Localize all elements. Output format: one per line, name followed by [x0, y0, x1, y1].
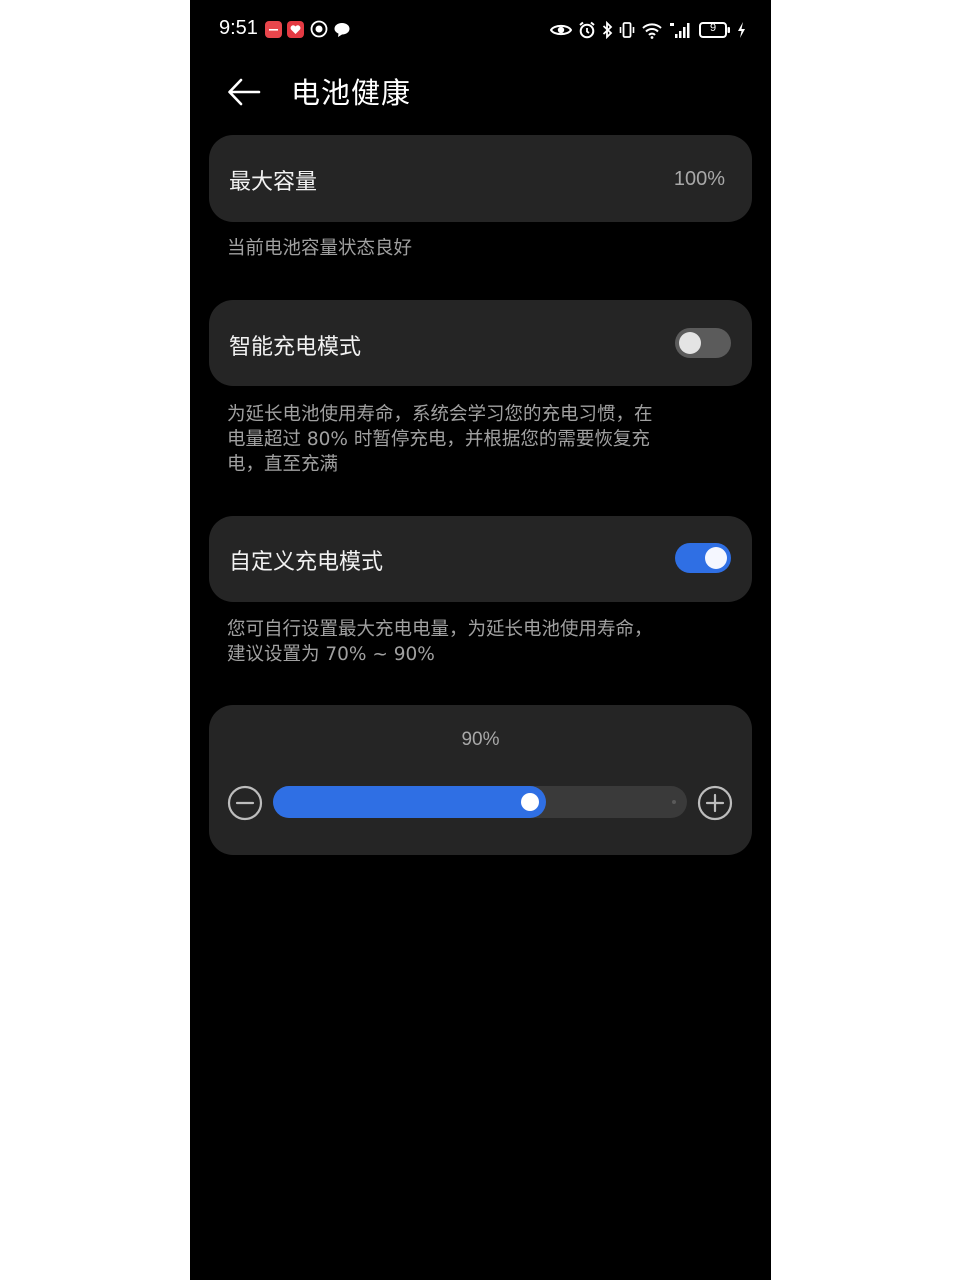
smart-charging-card[interactable]: 智能充电模式	[209, 300, 752, 386]
max-capacity-description: 当前电池容量状态良好	[227, 238, 413, 259]
wifi-icon	[641, 21, 663, 39]
alarm-icon	[578, 21, 596, 39]
custom-charging-label: 自定义充电模式	[229, 550, 384, 575]
app-notification-icon	[265, 21, 282, 38]
battery-health-screen: 9:51 9 电池健康 最大容量 100% 当前电池容量状态良好 智能充电模式 …	[190, 0, 771, 1280]
custom-charging-toggle[interactable]	[675, 543, 731, 573]
slider-thumb[interactable]	[521, 793, 539, 811]
cellular-signal-icon	[669, 21, 693, 39]
bluetooth-icon	[602, 21, 613, 39]
plus-circle-icon	[697, 785, 733, 821]
custom-charging-card[interactable]: 自定义充电模式	[209, 516, 752, 602]
charge-limit-value: 90%	[461, 729, 500, 750]
description-line: 为延长电池使用寿命，系统会学习您的充电习惯，在	[227, 404, 653, 425]
vibrate-icon	[619, 21, 635, 39]
toggle-knob	[705, 547, 727, 569]
battery-level-text: 9	[709, 22, 717, 34]
heart-app-notification-icon	[287, 21, 304, 38]
status-bar: 9:51 9	[190, 0, 771, 60]
description-line: 电量超过 80% 时暂停充电，并根据您的需要恢复充	[227, 429, 650, 450]
battery-icon: 9	[699, 21, 731, 39]
decrease-button[interactable]	[227, 785, 263, 821]
page-title: 电池健康	[291, 76, 412, 110]
increase-button[interactable]	[697, 785, 733, 821]
max-capacity-label: 最大容量	[229, 170, 318, 195]
shield-notification-icon	[310, 20, 328, 42]
description-line: 您可自行设置最大充电电量，为延长电池使用寿命，	[227, 619, 653, 640]
smart-charging-label: 智能充电模式	[229, 335, 362, 360]
max-capacity-card: 最大容量 100%	[209, 135, 752, 222]
back-button[interactable]	[224, 72, 264, 112]
status-time: 9:51	[219, 17, 258, 39]
charge-limit-slider[interactable]	[273, 786, 687, 818]
smart-charging-toggle[interactable]	[675, 328, 731, 358]
charging-bolt-icon	[737, 21, 746, 39]
description-line: 建议设置为 70% ~ 90%	[227, 644, 435, 665]
arrow-left-icon	[228, 78, 261, 106]
description-line: 电，直至充满	[227, 454, 339, 475]
slider-fill	[273, 786, 546, 818]
slider-end-dot	[672, 800, 676, 804]
smart-charging-description: 为延长电池使用寿命，系统会学习您的充电习惯，在 电量超过 80% 时暂停充电，并…	[227, 402, 727, 477]
message-notification-icon	[333, 21, 351, 42]
eye-comfort-icon	[550, 22, 572, 38]
minus-circle-icon	[227, 785, 263, 821]
toggle-knob	[679, 332, 701, 354]
max-capacity-value: 100%	[673, 168, 725, 190]
status-icons: 9	[550, 19, 746, 41]
custom-charging-description: 您可自行设置最大充电电量，为延长电池使用寿命， 建议设置为 70% ~ 90%	[227, 617, 727, 667]
charge-limit-card: 90%	[209, 705, 752, 855]
